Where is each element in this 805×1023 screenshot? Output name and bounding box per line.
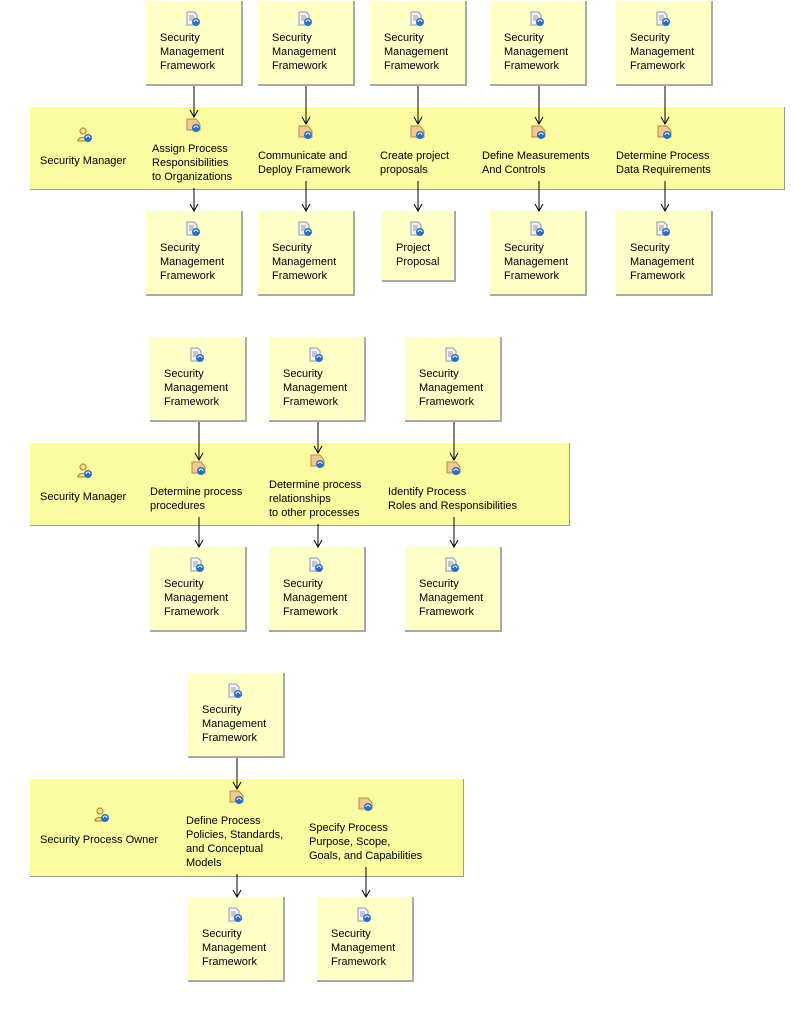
artifact-label: Security Management Framework xyxy=(202,704,267,744)
document-refresh-icon xyxy=(189,557,205,573)
document-refresh-icon xyxy=(356,907,372,923)
artifact-label: Security Management Framework xyxy=(331,928,396,968)
task-refresh-icon[interactable] xyxy=(358,796,374,812)
artifact-label: Security Management Framework xyxy=(384,32,449,72)
document-refresh-icon xyxy=(297,11,313,27)
document-refresh-icon xyxy=(227,683,243,699)
task-label[interactable]: Create project proposals xyxy=(380,149,449,177)
task-refresh-icon[interactable] xyxy=(657,124,673,140)
artifact-label: Security Management Framework xyxy=(630,32,695,72)
role-label[interactable]: Security Process Owner xyxy=(40,833,158,847)
task-label[interactable]: Define Process Policies, Standards, and … xyxy=(186,814,283,870)
document-refresh-icon xyxy=(409,221,425,237)
task-refresh-icon[interactable] xyxy=(410,124,426,140)
task-refresh-icon[interactable] xyxy=(531,124,547,140)
output-artifact[interactable]: Security Management Framework xyxy=(146,211,243,296)
role-label[interactable]: Security Manager xyxy=(40,490,126,504)
artifact-label: Security Management Framework xyxy=(283,368,348,408)
output-arrow xyxy=(189,188,199,213)
input-artifact[interactable]: Security Management Framework xyxy=(258,1,355,86)
output-artifact[interactable]: Security Management Framework xyxy=(317,897,414,982)
role-label[interactable]: Security Manager xyxy=(40,154,126,168)
document-refresh-icon xyxy=(185,11,201,27)
document-refresh-icon xyxy=(655,11,671,27)
artifact-label: Security Management Framework xyxy=(202,928,267,968)
output-artifact[interactable]: Security Management Framework xyxy=(188,897,285,982)
document-refresh-icon xyxy=(529,11,545,27)
task-refresh-icon[interactable] xyxy=(229,789,245,805)
input-artifact[interactable]: Security Management Framework xyxy=(490,1,587,86)
artifact-label: Security Management Framework xyxy=(283,578,348,618)
input-artifact[interactable]: Security Management Framework xyxy=(405,337,502,422)
artifact-label: Security Management Framework xyxy=(164,368,229,408)
artifact-label: Security Management Framework xyxy=(272,242,337,282)
task-label[interactable]: Communicate and Deploy Framework xyxy=(258,149,350,177)
task-label[interactable]: Define Measurements And Controls xyxy=(482,149,590,177)
document-refresh-icon xyxy=(297,221,313,237)
task-label[interactable]: Determine process procedures xyxy=(150,485,242,513)
artifact-label: Project Proposal xyxy=(396,242,440,268)
document-refresh-icon xyxy=(444,347,460,363)
task-refresh-icon[interactable] xyxy=(310,453,326,469)
input-artifact[interactable]: Security Management Framework xyxy=(269,337,366,422)
output-artifact[interactable]: Project Proposal xyxy=(382,211,456,282)
output-arrow xyxy=(232,874,242,899)
task-label[interactable]: Specify Process Purpose, Scope, Goals, a… xyxy=(309,821,422,863)
document-refresh-icon xyxy=(308,557,324,573)
document-refresh-icon xyxy=(308,347,324,363)
artifact-label: Security Management Framework xyxy=(164,578,229,618)
role-person-icon xyxy=(77,463,93,479)
output-artifact[interactable]: Security Management Framework xyxy=(405,547,502,632)
document-refresh-icon xyxy=(529,221,545,237)
input-artifact[interactable]: Security Management Framework xyxy=(370,1,467,86)
artifact-label: Security Management Framework xyxy=(160,32,225,72)
task-refresh-icon[interactable] xyxy=(191,460,207,476)
output-artifact[interactable]: Security Management Framework xyxy=(150,547,247,632)
artifact-label: Security Management Framework xyxy=(160,242,225,282)
document-refresh-icon xyxy=(189,347,205,363)
role-person-icon xyxy=(94,807,110,823)
output-artifact[interactable]: Security Management Framework xyxy=(490,211,587,296)
artifact-label: Security Management Framework xyxy=(272,32,337,72)
document-refresh-icon xyxy=(444,557,460,573)
document-refresh-icon xyxy=(655,221,671,237)
task-refresh-icon[interactable] xyxy=(186,117,202,133)
document-refresh-icon xyxy=(227,907,243,923)
document-refresh-icon xyxy=(409,11,425,27)
output-artifact[interactable]: Security Management Framework xyxy=(258,211,355,296)
artifact-label: Security Management Framework xyxy=(504,242,569,282)
task-refresh-icon[interactable] xyxy=(298,124,314,140)
document-refresh-icon xyxy=(185,221,201,237)
task-label[interactable]: Determine Process Data Requirements xyxy=(616,149,711,177)
input-artifact[interactable]: Security Management Framework xyxy=(146,1,243,86)
input-artifact[interactable]: Security Management Framework xyxy=(150,337,247,422)
input-artifact[interactable]: Security Management Framework xyxy=(188,673,285,758)
artifact-label: Security Management Framework xyxy=(630,242,695,282)
artifact-label: Security Management Framework xyxy=(504,32,569,72)
artifact-label: Security Management Framework xyxy=(419,368,484,408)
input-artifact[interactable]: Security Management Framework xyxy=(616,1,713,86)
task-label[interactable]: Assign Process Responsibilities to Organ… xyxy=(152,142,232,184)
output-artifact[interactable]: Security Management Framework xyxy=(616,211,713,296)
task-label[interactable]: Identify Process Roles and Responsibilit… xyxy=(388,485,517,513)
output-arrow xyxy=(313,524,323,549)
output-artifact[interactable]: Security Management Framework xyxy=(269,547,366,632)
task-refresh-icon[interactable] xyxy=(446,460,462,476)
task-label[interactable]: Determine process relationships to other… xyxy=(269,478,361,520)
role-person-icon xyxy=(77,127,93,143)
artifact-label: Security Management Framework xyxy=(419,578,484,618)
